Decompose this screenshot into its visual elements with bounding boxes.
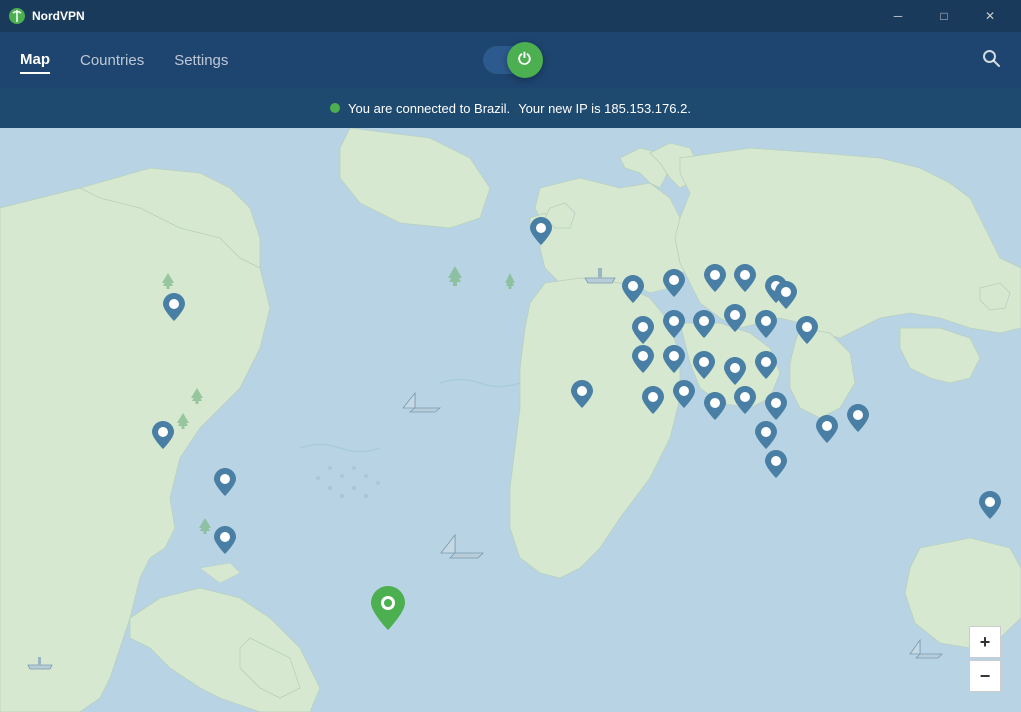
power-button[interactable]: ⏻ [507, 42, 543, 78]
app-logo-icon [8, 7, 26, 25]
power-toggle[interactable]: ⏻ [483, 46, 539, 74]
navbar: Map Countries Settings ⏻ [0, 32, 1021, 88]
connection-message: You are connected to Brazil. [348, 101, 510, 116]
world-map [0, 128, 1021, 712]
nav-map[interactable]: Map [20, 47, 50, 74]
map-container[interactable]: + − [0, 128, 1021, 712]
zoom-controls: + − [969, 626, 1001, 692]
close-button[interactable]: ✕ [967, 0, 1013, 32]
statusbar: You are connected to Brazil. Your new IP… [0, 88, 1021, 128]
connection-status-dot [330, 103, 340, 113]
app-title: NordVPN [32, 9, 85, 23]
ip-message: Your new IP is 185.153.176.2. [518, 101, 691, 116]
titlebar-controls: ─ □ ✕ [875, 0, 1013, 32]
power-icon: ⏻ [518, 51, 531, 69]
nav-settings[interactable]: Settings [174, 48, 228, 73]
toggle-track[interactable]: ⏻ [483, 46, 539, 74]
zoom-out-button[interactable]: − [969, 660, 1001, 692]
titlebar-left: NordVPN [8, 7, 85, 25]
zoom-in-button[interactable]: + [969, 626, 1001, 658]
search-button[interactable] [981, 48, 1001, 73]
titlebar: NordVPN ─ □ ✕ [0, 0, 1021, 32]
minimize-button[interactable]: ─ [875, 0, 921, 32]
maximize-button[interactable]: □ [921, 0, 967, 32]
search-icon [981, 48, 1001, 68]
nav-countries[interactable]: Countries [80, 48, 144, 73]
power-toggle-area: ⏻ [483, 46, 539, 74]
